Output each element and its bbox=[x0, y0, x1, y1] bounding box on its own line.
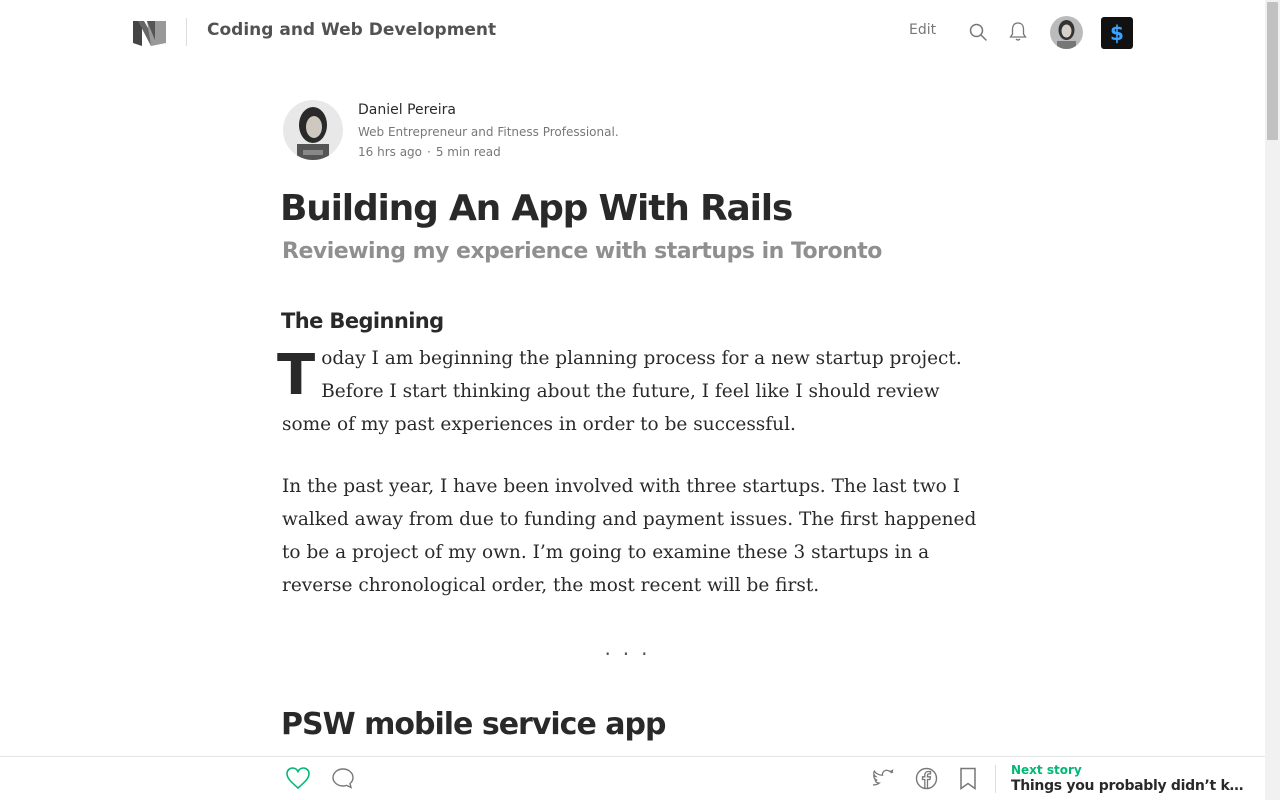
footer-divider bbox=[995, 765, 996, 793]
next-story-label[interactable]: Next story bbox=[1011, 763, 1082, 777]
section-separator: ... bbox=[604, 636, 660, 660]
medium-logo-icon[interactable] bbox=[133, 18, 166, 46]
author-photo-icon bbox=[283, 100, 343, 160]
paragraph-text: oday I am beginning the planning process… bbox=[282, 348, 962, 435]
article-subtitle: Reviewing my experience with startups in… bbox=[282, 239, 882, 264]
notifications-bell-icon[interactable] bbox=[1008, 21, 1028, 43]
drop-cap: T bbox=[277, 343, 316, 408]
edit-button[interactable]: Edit bbox=[909, 22, 936, 38]
user-avatar[interactable] bbox=[1050, 16, 1083, 49]
facebook-share-icon[interactable] bbox=[915, 767, 938, 790]
header-divider bbox=[186, 18, 187, 46]
author-name[interactable]: Daniel Pereira bbox=[358, 102, 456, 118]
user-avatar-icon bbox=[1050, 16, 1083, 49]
meta-separator: · bbox=[427, 145, 431, 159]
paragraph: Today I am beginning the planning proces… bbox=[277, 342, 987, 441]
upgrade-button[interactable]: $ bbox=[1101, 17, 1133, 49]
dollar-icon: $ bbox=[1110, 21, 1124, 45]
bookmark-icon[interactable] bbox=[959, 767, 977, 790]
vertical-scrollbar[interactable] bbox=[1265, 0, 1280, 800]
clap-heart-icon[interactable] bbox=[285, 766, 311, 790]
section-heading: PSW mobile service app bbox=[281, 707, 666, 742]
author-bio: Web Entrepreneur and Fitness Professiona… bbox=[358, 125, 619, 139]
search-icon[interactable] bbox=[968, 22, 988, 42]
read-time: 5 min read bbox=[435, 145, 501, 159]
publication-name[interactable]: Coding and Web Development bbox=[207, 20, 496, 40]
article-title: Building An App With Rails bbox=[280, 188, 793, 229]
paragraph: In the past year, I have been involved w… bbox=[282, 476, 977, 596]
top-nav: Coding and Web Development Edit $ bbox=[0, 0, 1265, 65]
section-heading: The Beginning bbox=[281, 309, 444, 333]
twitter-share-icon[interactable] bbox=[872, 768, 896, 790]
post-meta: 16 hrs ago · 5 min read bbox=[358, 145, 501, 159]
bottom-action-bar: Next story Things you probably didn’t kn… bbox=[0, 756, 1265, 800]
post-time: 16 hrs ago bbox=[358, 145, 423, 159]
author-avatar[interactable] bbox=[283, 100, 343, 160]
next-story-title[interactable]: Things you probably didn’t know about Ru… bbox=[1011, 778, 1246, 794]
scrollbar-thumb[interactable] bbox=[1267, 2, 1278, 140]
comment-icon[interactable] bbox=[331, 767, 355, 789]
